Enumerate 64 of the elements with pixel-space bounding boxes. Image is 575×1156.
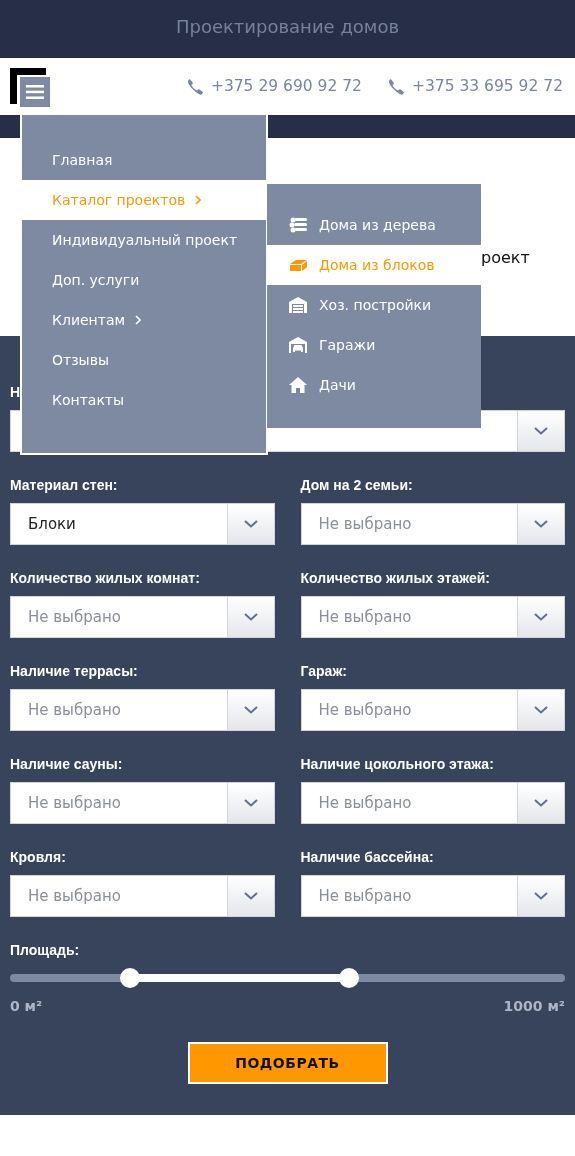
- field-label: Наличие сауны:: [10, 755, 123, 774]
- chevron-down-icon: [534, 520, 548, 528]
- select-field[interactable]: Блоки: [10, 503, 275, 545]
- field-label: Материал стен:: [10, 476, 118, 495]
- field-label: Кровля:: [10, 848, 66, 867]
- field-label: Н: [10, 383, 21, 402]
- slider-handle[interactable]: [339, 968, 360, 988]
- chevron-down-icon: [243, 520, 258, 528]
- logs-icon: [289, 216, 307, 234]
- chevron-down-icon: [534, 427, 548, 435]
- menu-item[interactable]: Индивидуальный проект: [22, 220, 266, 260]
- field-label: Дом на 2 семьи:: [300, 476, 413, 495]
- range-slider[interactable]: [10, 968, 565, 988]
- select-field[interactable]: Не выбрано: [10, 596, 275, 638]
- menu-item[interactable]: Отзывы: [22, 340, 266, 380]
- house-icon: [289, 376, 307, 394]
- submit-button[interactable]: ПОДОБРАТЬ: [187, 1042, 388, 1084]
- menu-item[interactable]: Клиентам: [22, 300, 266, 340]
- menu-item[interactable]: Доп. услуги: [22, 260, 266, 300]
- menu-icon: [26, 85, 44, 99]
- phone-icon: [186, 78, 203, 95]
- submenu-item[interactable]: Гаражи: [267, 325, 481, 365]
- field-label: Количество жилых этажей:: [300, 569, 491, 588]
- submenu-item[interactable]: Хоз. постройки: [267, 285, 481, 325]
- site-subtitle: Проектирование домов: [175, 16, 400, 37]
- chevron-down-icon: [534, 892, 548, 900]
- chevron-down-icon: [243, 892, 258, 900]
- field-label: Площадь:: [10, 941, 80, 960]
- select-field[interactable]: Не выбрано: [10, 875, 275, 917]
- garage-icon: [289, 336, 307, 354]
- slider-handle[interactable]: [119, 968, 140, 988]
- field-label: Наличие цокольного этажа:: [300, 755, 494, 774]
- submenu-item[interactable]: Дачи: [267, 365, 481, 405]
- select-field[interactable]: Не выбрано: [300, 596, 565, 638]
- menu-item[interactable]: Главная: [22, 140, 266, 180]
- menu-button[interactable]: [20, 77, 50, 107]
- phone-link[interactable]: +375 29 690 92 72: [186, 74, 362, 99]
- submenu-item[interactable]: Дома из блоков: [267, 245, 481, 285]
- phone-link[interactable]: +375 33 695 92 72: [387, 74, 563, 99]
- select-field[interactable]: Не выбрано: [300, 875, 565, 917]
- field-label: Гараж:: [300, 662, 347, 681]
- select-field[interactable]: Не выбрано: [300, 689, 565, 731]
- menu-item[interactable]: Контакты: [22, 380, 266, 420]
- range-max-label: 1000 м²: [503, 997, 565, 1016]
- field-label: Количество жилых комнат:: [10, 569, 200, 588]
- chevron-down-icon: [534, 613, 548, 621]
- content-text: роект: [481, 248, 530, 267]
- chevron-down-icon: [534, 799, 548, 807]
- warehouse-icon: [289, 296, 307, 314]
- select-field[interactable]: Не выбрано: [300, 503, 565, 545]
- range-min-label: 0 м²: [10, 997, 43, 1016]
- field-label: Наличие террасы:: [10, 662, 138, 681]
- chevron-down-icon: [243, 613, 258, 621]
- select-field[interactable]: Не выбрано: [300, 782, 565, 824]
- chevron-down-icon: [243, 706, 258, 714]
- submenu-item[interactable]: Дома из дерева: [267, 205, 481, 245]
- phone-icon: [387, 78, 404, 95]
- select-field[interactable]: Не выбрано: [10, 782, 275, 824]
- chevron-down-icon: [534, 706, 548, 714]
- logo-icon: [10, 68, 46, 104]
- menu-item[interactable]: Каталог проектов: [22, 180, 266, 220]
- chevron-down-icon: [243, 799, 258, 807]
- select-field[interactable]: Не выбрано: [10, 689, 275, 731]
- field-label: Наличие бассейна:: [300, 848, 434, 867]
